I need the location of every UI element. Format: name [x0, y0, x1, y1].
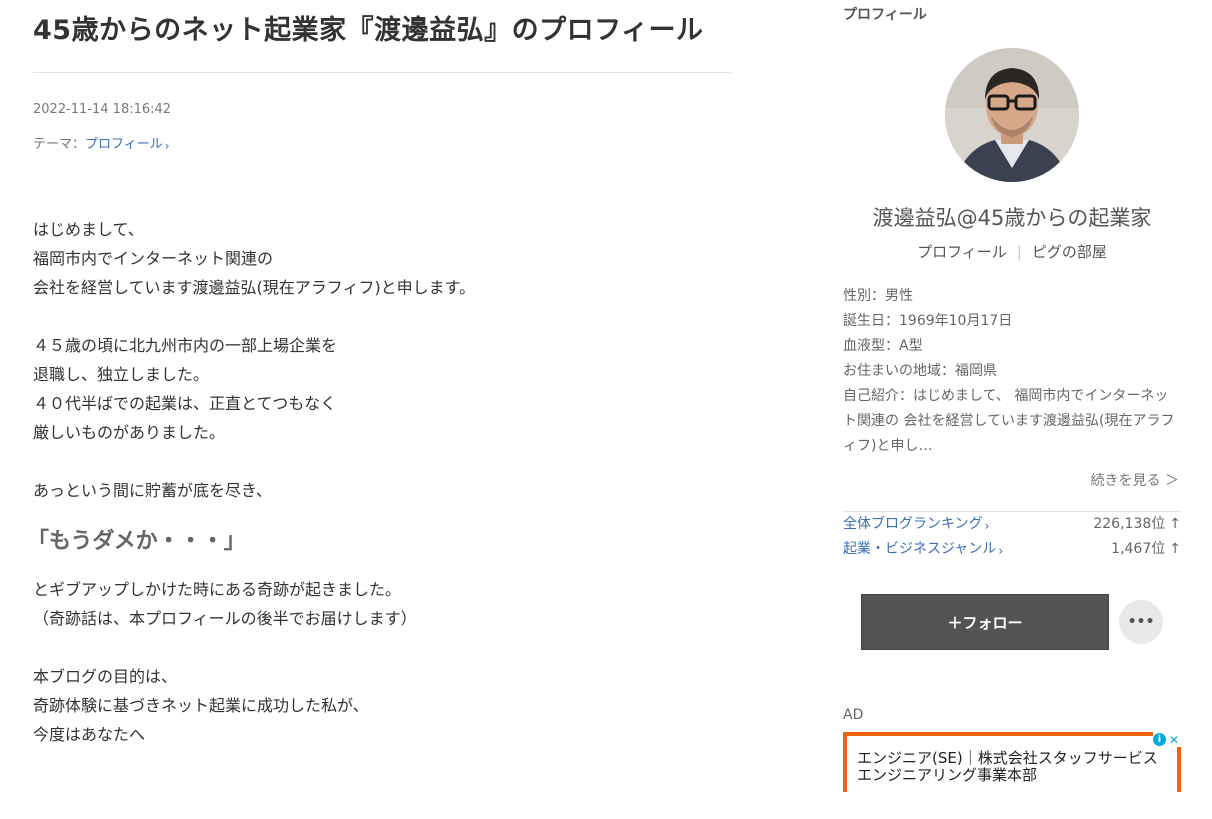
ad-text[interactable]: エンジニア(SE)｜株式会社スタッフサービス エンジニアリング事業本部	[857, 749, 1173, 784]
title-divider	[33, 72, 731, 73]
follow-button[interactable]: ＋フォロー	[861, 594, 1109, 650]
ad-controls: i ✕	[1152, 732, 1181, 747]
page: 45歳からのネット起業家『渡邊益弘』のプロフィール 2022-11-14 18:…	[0, 0, 1212, 819]
profile-area: お住まいの地域：福岡県	[843, 363, 997, 379]
ad-close-icon[interactable]: ✕	[1169, 733, 1181, 747]
body-line: ４０代半ばでの起業は、正直とてつもなく	[33, 394, 337, 413]
theme-label: テーマ：	[33, 137, 86, 152]
arrow-up-icon: ↑	[1169, 516, 1181, 532]
avatar[interactable]	[945, 48, 1079, 182]
theme-line: テーマ：プロフィール ›	[33, 136, 731, 153]
body-line: 奇跡体験に基づきネット起業に成功した私が、	[33, 696, 369, 715]
sidebar-heading: プロフィール	[843, 7, 927, 23]
arrow-up-icon: ↑	[1169, 541, 1181, 557]
profile-name[interactable]: 渡邊益弘@45歳からの起業家	[843, 204, 1181, 232]
profile-info: 性別：男性 誕生日：1969年10月17日 血液型：A型 お住まいの地域：福岡県…	[843, 284, 1181, 459]
article-title: 45歳からのネット起業家『渡邊益弘』のプロフィール	[33, 15, 704, 46]
body-line: （奇跡話は、本プロフィールの後半でお届けします）	[33, 609, 417, 628]
body-line: 今度はあなたへ	[33, 725, 146, 744]
ranking-row-genre: 起業・ビジネスジャンル › 1,467位 ↑	[843, 537, 1181, 562]
overall-ranking-value: 226,138位	[1093, 516, 1166, 532]
genre-ranking-value: 1,467位	[1111, 541, 1166, 557]
overall-ranking-link[interactable]: 全体ブログランキング	[843, 516, 983, 532]
body-line: 福岡市内でインターネット関連の	[33, 249, 274, 268]
profile-link[interactable]: プロフィール	[917, 243, 1007, 261]
chevron-right-icon: ›	[998, 544, 1004, 558]
read-more-link[interactable]: 続きを見る ＞	[843, 471, 1181, 491]
ranking-row-overall: 全体ブログランキング › 226,138位 ↑	[843, 512, 1181, 537]
more-options-icon[interactable]: •••	[1119, 600, 1163, 644]
profile-birthday: 誕生日：1969年10月17日	[843, 313, 1013, 329]
profile-blood-type: 血液型：A型	[843, 338, 923, 354]
profile-intro: 自己紹介：はじめまして、 福岡市内でインターネット関連の 会社を経営しています渡…	[843, 388, 1175, 454]
body-line: 会社を経営しています渡邊益弘(現在アラフィフ)と申します。	[33, 278, 476, 297]
post-date: 2022-11-14 18:16:42	[33, 102, 172, 117]
avatar-image	[945, 48, 1079, 182]
link-separator: |	[1016, 243, 1022, 261]
theme-link[interactable]: プロフィール	[85, 137, 163, 152]
body-line: 厳しいものがありました。	[33, 423, 226, 442]
sidebar: プロフィール 渡邊益弘@45歳からの起業家 プロフィール | ピグの部屋 性別：…	[843, 0, 1181, 792]
article: 45歳からのネット起業家『渡邊益弘』のプロフィール 2022-11-14 18:…	[27, 0, 731, 749]
emphasis-quote: 「もうダメか・・・」	[27, 529, 246, 554]
body-line: とギブアップしかけた時にある奇跡が起きました。	[33, 580, 402, 599]
body-line: あっという間に貯蓄が底を尽き、	[33, 481, 272, 500]
profile-gender: 性別：男性	[843, 288, 913, 304]
ad-content: エンジニア(SE)｜株式会社スタッフサービス エンジニアリング事業本部	[847, 736, 1177, 792]
genre-ranking-link[interactable]: 起業・ビジネスジャンル	[843, 541, 996, 557]
body-line: はじめまして、	[33, 220, 144, 239]
follow-area: ＋フォロー •••	[843, 594, 1181, 650]
body-line: 退職し、独立しました。	[33, 365, 210, 384]
chevron-right-icon: ›	[164, 139, 170, 153]
profile-links: プロフィール | ピグの部屋	[843, 242, 1181, 262]
chevron-right-icon: ›	[984, 519, 990, 533]
body-line: 本ブログの目的は、	[33, 667, 178, 686]
ad-info-icon[interactable]: i	[1152, 733, 1166, 746]
pig-room-link[interactable]: ピグの部屋	[1032, 243, 1107, 261]
article-body: はじめまして、 福岡市内でインターネット関連の 会社を経営しています渡邊益弘(現…	[27, 215, 731, 749]
body-line: ４５歳の頃に北九州市内の一部上場企業を	[33, 336, 338, 355]
ad-label: AD	[843, 707, 864, 723]
ad-banner[interactable]: エンジニア(SE)｜株式会社スタッフサービス エンジニアリング事業本部 i ✕	[843, 732, 1181, 792]
